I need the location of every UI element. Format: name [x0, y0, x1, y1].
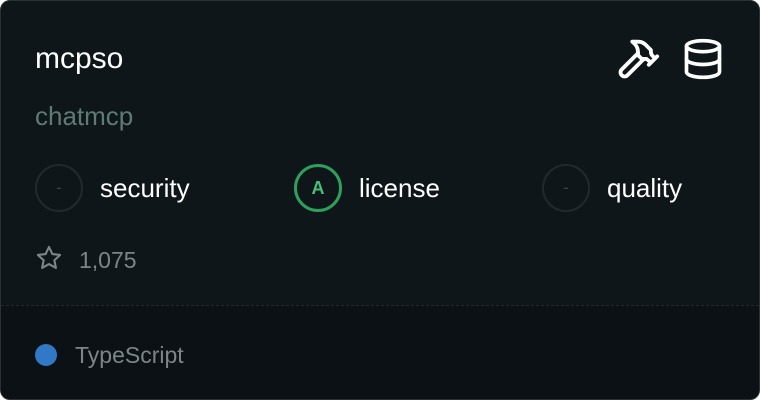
security-grade-badge: -	[35, 164, 83, 212]
score-license[interactable]: A license	[294, 164, 440, 212]
security-label: security	[100, 172, 190, 203]
card-body: mcpso chatmcp - security A license - qua…	[1, 1, 759, 305]
star-count: 1,075	[35, 245, 137, 275]
license-label: license	[359, 172, 440, 203]
quality-grade-badge: -	[542, 164, 590, 212]
score-quality[interactable]: - quality	[542, 164, 682, 212]
license-grade-badge: A	[294, 164, 342, 212]
hammer-icon	[615, 36, 661, 82]
score-security[interactable]: - security	[35, 164, 190, 212]
repo-card[interactable]: mcpso chatmcp - security A license - qua…	[0, 0, 760, 400]
database-icon	[681, 36, 725, 82]
capability-icons	[615, 35, 725, 83]
language-color-dot	[35, 344, 57, 366]
star-icon	[35, 244, 63, 277]
card-footer: TypeScript	[1, 305, 759, 399]
quality-label: quality	[607, 172, 683, 203]
repo-name[interactable]: mcpso	[35, 39, 123, 79]
star-count-value: 1,075	[79, 246, 137, 273]
language-name: TypeScript	[75, 341, 184, 368]
language: TypeScript	[35, 341, 184, 369]
repo-owner[interactable]: chatmcp	[35, 98, 133, 134]
